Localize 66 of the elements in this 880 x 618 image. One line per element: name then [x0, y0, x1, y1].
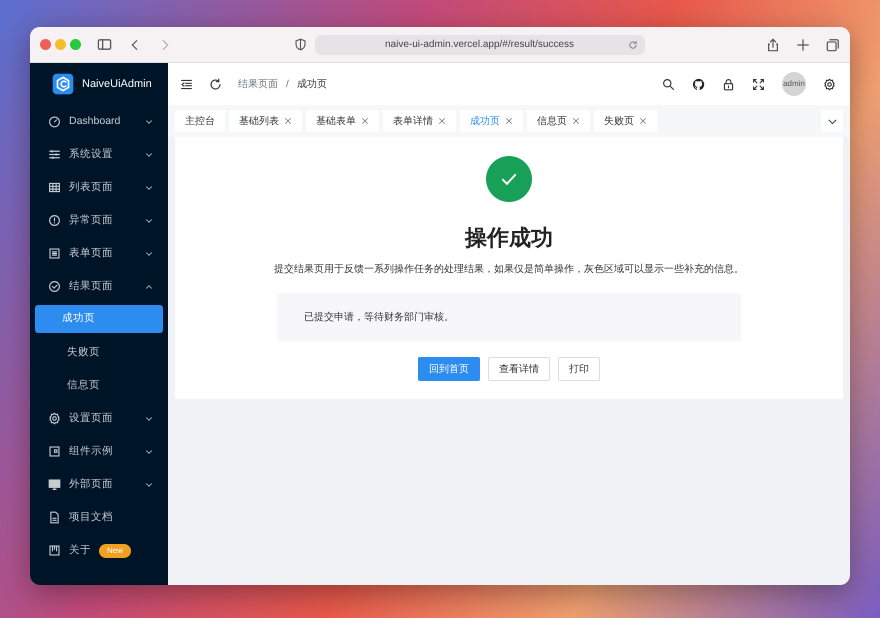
- close-icon[interactable]: [361, 117, 369, 125]
- menu-item[interactable]: 外部页面: [30, 468, 168, 501]
- result-description: 提交结果页用于反馈一系列操作任务的处理结果，如果仅是简单操作，灰色区域可以显示一些补充的信息。: [274, 262, 744, 277]
- close-icon[interactable]: [284, 117, 292, 125]
- check-circle-icon: [48, 280, 61, 293]
- dashboard-icon: [48, 115, 61, 128]
- shield-icon: [294, 38, 306, 51]
- breadcrumb-item[interactable]: 结果页面: [238, 76, 278, 92]
- settings-icon[interactable]: [823, 78, 836, 90]
- breadcrumb-separator: /: [286, 78, 289, 92]
- new-tab-icon[interactable]: [796, 38, 810, 52]
- new-badge: New: [99, 544, 132, 558]
- share-icon[interactable]: [766, 38, 780, 52]
- close-icon[interactable]: [505, 117, 513, 125]
- menu-item[interactable]: 系统设置: [30, 138, 168, 171]
- close-icon[interactable]: [572, 117, 580, 125]
- menu-item[interactable]: 关于 New: [30, 534, 168, 567]
- address-bar[interactable]: naive-ui-admin.vercel.app/#/result/success: [314, 34, 644, 54]
- refresh-icon[interactable]: [209, 78, 222, 90]
- tab[interactable]: 基础表单: [306, 110, 379, 132]
- menu-item[interactable]: Dashboard: [30, 105, 168, 138]
- reload-icon[interactable]: [628, 40, 638, 50]
- warning-icon: [48, 214, 61, 227]
- menu-item[interactable]: 表单页面: [30, 237, 168, 270]
- grid-icon: [48, 181, 61, 194]
- tabs-menu-button[interactable]: [821, 110, 843, 132]
- fullscreen-icon[interactable]: [752, 78, 765, 90]
- board-icon: [48, 544, 61, 557]
- submenu-item[interactable]: 失败页: [35, 336, 163, 369]
- tab[interactable]: 表单详情: [383, 110, 456, 132]
- action-button[interactable]: 打印: [558, 357, 600, 381]
- menu-item[interactable]: 列表页面: [30, 171, 168, 204]
- sliders-icon: [48, 148, 61, 161]
- close-icon[interactable]: [438, 117, 446, 125]
- search-icon[interactable]: [662, 78, 675, 90]
- menu-item[interactable]: 设置页面: [30, 402, 168, 435]
- menu-item[interactable]: 项目文档: [30, 501, 168, 534]
- sidebar-icon[interactable]: [97, 37, 112, 52]
- gear-icon: [48, 412, 61, 425]
- document-icon: [48, 511, 61, 524]
- menu-item[interactable]: 结果页面: [30, 270, 168, 303]
- info-text: 已提交申请，等待财务部门审核。: [304, 310, 454, 324]
- result-title: 操作成功: [465, 224, 553, 252]
- monitor-icon: [48, 478, 61, 491]
- close-icon[interactable]: [639, 117, 647, 125]
- url-text: naive-ui-admin.vercel.app/#/result/success: [385, 38, 574, 52]
- tab[interactable]: 失败页: [594, 110, 657, 132]
- tab[interactable]: 基础列表: [229, 110, 302, 132]
- menu-fold-icon[interactable]: [180, 78, 193, 90]
- app-name: NaiveUiAdmin: [82, 76, 152, 92]
- tab[interactable]: 主控台: [175, 110, 225, 132]
- tabs-overview-icon[interactable]: [826, 38, 840, 52]
- window-control[interactable]: [40, 39, 51, 50]
- action-button[interactable]: 查看详情: [488, 357, 550, 381]
- submenu-item[interactable]: 信息页: [35, 369, 163, 402]
- menu-item[interactable]: 组件示例: [30, 435, 168, 468]
- lock-icon[interactable]: [722, 78, 735, 90]
- component-icon: [48, 445, 61, 458]
- avatar[interactable]: admin: [782, 72, 806, 96]
- logo-icon: [52, 73, 74, 95]
- menu-item[interactable]: 异常页面: [30, 204, 168, 237]
- form-icon: [48, 247, 61, 260]
- github-icon[interactable]: [692, 78, 705, 90]
- breadcrumb-item[interactable]: 成功页: [296, 76, 327, 92]
- tab[interactable]: 信息页: [527, 110, 590, 132]
- success-icon: [486, 156, 532, 202]
